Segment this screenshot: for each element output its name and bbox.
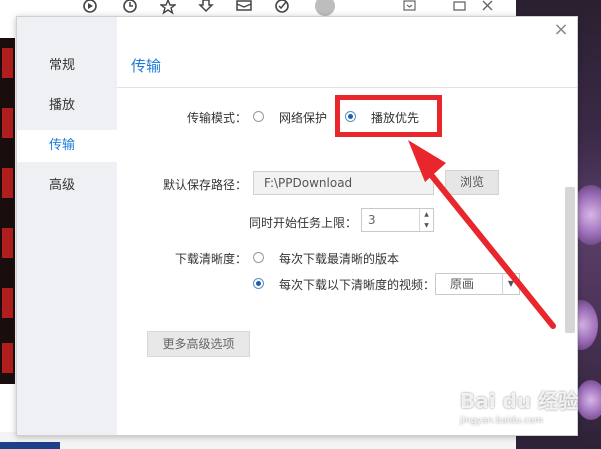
mail-icon[interactable] xyxy=(236,0,252,16)
clean-icon[interactable] xyxy=(274,0,290,16)
radio-network-protection[interactable] xyxy=(253,111,264,122)
quality-select-value: 原画 xyxy=(450,277,475,291)
save-path-field[interactable]: F:\PPDownload xyxy=(253,171,434,195)
task-limit-value: 3 xyxy=(368,213,376,227)
quality-select[interactable]: 原画 ▼ xyxy=(435,273,520,295)
sidebar-item-general[interactable]: 常规 xyxy=(17,50,117,82)
baidu-watermark: Bai du 经验 jingyan.baidu.com xyxy=(460,385,590,435)
task-limit-label: 同时开始任务上限： xyxy=(248,216,357,230)
favorite-icon[interactable] xyxy=(160,0,176,16)
background-left-image xyxy=(0,38,15,384)
maximize-icon[interactable] xyxy=(452,0,468,16)
history-icon[interactable] xyxy=(122,0,138,16)
radio-best-quality-label[interactable]: 每次下载最清晰的版本 xyxy=(279,250,399,267)
download-quality-label: 下载清晰度： xyxy=(174,252,247,266)
radio-specific-quality[interactable] xyxy=(253,278,264,289)
radio-best-quality[interactable] xyxy=(253,252,264,263)
radio-specific-quality-label[interactable]: 每次下载以下清晰度的视频： xyxy=(279,276,435,293)
sidebar-item-transfer[interactable]: 传输 xyxy=(17,130,117,162)
close-icon[interactable] xyxy=(480,0,496,16)
scrollbar[interactable] xyxy=(565,187,575,333)
settings-sidebar: 常规 播放 传输 高级 xyxy=(17,17,117,435)
settings-dialog: 常规 播放 传输 高级 × 传输 传输模式： 网络保护 播放优先 默认保存路径：… xyxy=(16,16,578,436)
sidebar-item-playback[interactable]: 播放 xyxy=(17,90,117,122)
radio-network-protection-label[interactable]: 网络保护 xyxy=(279,109,327,126)
more-advanced-options-button[interactable]: 更多高级选项 xyxy=(147,331,250,357)
stepper-down-icon[interactable]: ▼ xyxy=(420,220,433,231)
save-path-label: 默认保存路径： xyxy=(162,178,247,192)
transfer-mode-label: 传输模式： xyxy=(186,111,247,125)
chevron-down-icon[interactable]: ▼ xyxy=(502,274,519,294)
dialog-close-button[interactable]: × xyxy=(551,20,571,40)
browse-button[interactable]: 浏览 xyxy=(445,170,499,195)
play-icon[interactable] xyxy=(82,0,98,16)
page-title: 传输 xyxy=(131,57,162,75)
download-icon[interactable] xyxy=(198,0,214,16)
menu-icon[interactable] xyxy=(402,0,418,16)
watermark-sub: jingyan.baidu.com xyxy=(460,416,544,426)
stepper-up-icon[interactable]: ▲ xyxy=(420,209,433,220)
watermark-main: Bai du 经验 xyxy=(460,389,579,413)
title-divider xyxy=(117,87,577,88)
highlight-box xyxy=(335,95,442,137)
sidebar-item-advanced[interactable]: 高级 xyxy=(17,170,117,202)
task-limit-stepper[interactable]: 3 ▲ ▼ xyxy=(361,208,434,232)
